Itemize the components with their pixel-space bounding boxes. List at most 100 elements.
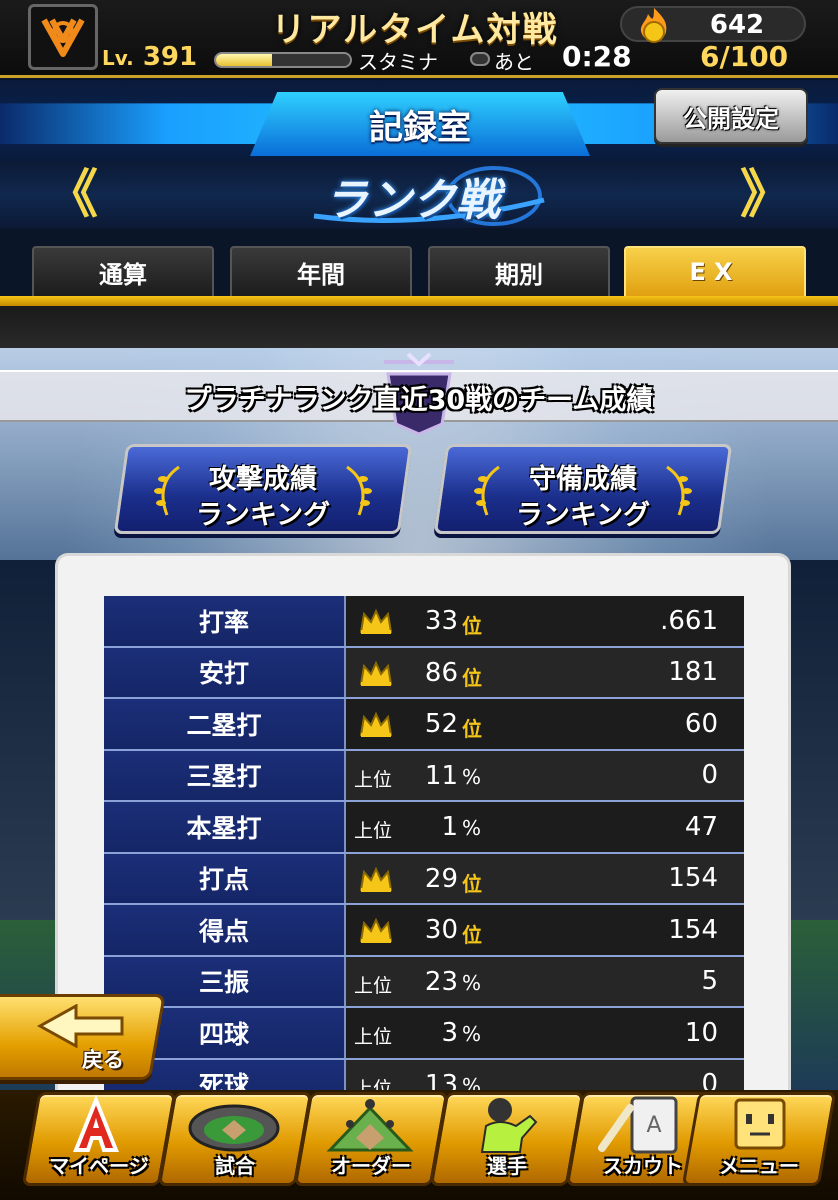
back-label: 戻る: [82, 1048, 124, 1072]
mypage-a-icon: [73, 1094, 119, 1152]
nav-mypage-label: マイページ: [49, 1154, 149, 1178]
stat-rank: 上位 23%: [346, 956, 496, 1006]
player-icon: [480, 1098, 538, 1153]
stat-rank: 86 位: [346, 647, 496, 697]
stats-table[interactable]: 打率 33 位 .661 安打 86 位 181 二塁打 52 位 60 三塁打 上位 11% 0 本塁打 上位 1…: [104, 596, 744, 1111]
coin-value: 642: [709, 10, 765, 40]
subtitle: プラチナランク直近30戦のチーム成績: [184, 385, 654, 416]
offense-ranking-button[interactable]: 攻撃成績 ランキング: [113, 444, 413, 534]
rank-number: 30: [424, 915, 458, 945]
crown-icon: [359, 866, 393, 892]
stat-value: 10: [496, 1008, 744, 1058]
stat-row: 四球 上位 3% 10: [104, 1008, 744, 1060]
stat-label: 安打: [104, 647, 346, 697]
stat-rank: 上位 1%: [346, 802, 496, 852]
stat-label: 本塁打: [104, 802, 346, 852]
stat-row: 三塁打 上位 11% 0: [104, 750, 744, 802]
crown-icon: [359, 660, 393, 686]
defense-ranking-subtitle: ランキング: [515, 500, 651, 531]
rank-unit: %: [462, 1022, 482, 1046]
rank-prefix: 上位: [354, 974, 393, 997]
rank-unit: 位: [462, 614, 482, 638]
tab-ex[interactable]: EX: [624, 246, 806, 296]
stat-rank: 上位 11%: [346, 750, 496, 800]
rank-number: 33: [424, 606, 458, 636]
stat-row: 本塁打 上位 1% 47: [104, 802, 744, 854]
lineup-field-icon: [326, 1099, 414, 1152]
public-setting-label: 公開設定: [683, 104, 779, 133]
nav-players-label: 選手: [487, 1154, 527, 1178]
team-logo[interactable]: [28, 4, 98, 70]
rank-number: 86: [424, 657, 458, 688]
stat-value: 154: [496, 853, 744, 903]
rank-number: 52: [424, 709, 458, 739]
rank-unit: 位: [462, 871, 482, 896]
stat-rank: 30 位: [346, 905, 496, 955]
stat-row: 三振 上位 23% 5: [104, 956, 744, 1008]
page-title: 記録室: [369, 108, 471, 148]
stat-row: 打点 29 位 154: [104, 853, 744, 905]
defense-ranking-title: 守備成績: [529, 464, 637, 495]
stat-rank: 33 位: [346, 596, 496, 646]
back-arrow-icon: [36, 1004, 124, 1048]
defense-ranking-button[interactable]: 守備成績 ランキング: [433, 444, 733, 534]
crown-icon: [359, 608, 393, 634]
rank-number: 11: [424, 760, 458, 791]
rank-number: 3: [441, 1018, 458, 1048]
svg-text:A: A: [646, 1113, 661, 1138]
stat-label: 三塁打: [104, 750, 346, 800]
public-setting-button[interactable]: 公開設定: [654, 88, 808, 144]
stat-row: 二塁打 52 位 60: [104, 699, 744, 751]
tab-label: EX: [689, 258, 741, 286]
coin-counter[interactable]: 642: [620, 6, 806, 43]
stat-value: 60: [496, 699, 744, 749]
stamina-label: スタミナ: [358, 50, 438, 74]
next-arrow-button[interactable]: 》: [740, 164, 792, 226]
rank-unit: 位: [462, 665, 482, 690]
tab-yearly[interactable]: 年間: [230, 246, 412, 296]
stat-label: 二塁打: [104, 699, 346, 749]
team-emblem-icon: [41, 18, 85, 57]
crown-icon: [359, 917, 393, 943]
stat-value: 154: [496, 905, 744, 955]
stat-rank: 52 位: [346, 699, 496, 749]
stat-row: 安打 86 位 181: [104, 647, 744, 699]
page-header: 記録室 公開設定: [0, 80, 838, 162]
stat-label: 得点: [104, 905, 346, 955]
nav-order-label: オーダー: [331, 1154, 411, 1178]
tab-label: 期別: [495, 260, 543, 289]
crown-icon: [359, 711, 393, 737]
rank-prefix: 上位: [354, 820, 393, 842]
stat-row: 得点 30 位 154: [104, 905, 744, 957]
stat-value: 0: [496, 750, 744, 800]
tab-underline: [0, 296, 838, 306]
tab-period[interactable]: 期別: [428, 246, 610, 296]
tab-label: 年間: [297, 260, 345, 289]
tab-total[interactable]: 通算: [32, 246, 214, 296]
menu-character-icon: [734, 1098, 786, 1150]
rank-number: 23: [424, 966, 458, 997]
offense-ranking-subtitle: ランキング: [195, 500, 331, 531]
coin-flame-icon: [640, 8, 667, 43]
rank-number: 29: [424, 863, 458, 894]
stat-label: 打率: [104, 596, 346, 646]
stat-row: 打率 33 位 .661: [104, 596, 744, 648]
prev-arrow-button[interactable]: 《: [46, 164, 98, 226]
stamina-remaining-label: あと: [494, 50, 534, 74]
rank-logo-title: ランク戦: [324, 175, 500, 226]
level-display: Lv. 391: [102, 42, 197, 72]
nav-game-label: 試合: [215, 1154, 255, 1178]
level-value: 391: [142, 42, 198, 72]
stat-value: 181: [496, 647, 744, 697]
stat-rank: 上位 3%: [346, 1008, 496, 1058]
rank-number: 1: [441, 812, 458, 842]
rank-unit: %: [462, 764, 482, 789]
stat-rank: 29 位: [346, 853, 496, 903]
stat-value: 5: [496, 956, 744, 1006]
stamina-bar: [470, 52, 490, 66]
level-prefix: Lv.: [102, 46, 134, 70]
nav-menu-label: メニュー: [719, 1154, 799, 1178]
exp-bar: [214, 52, 352, 68]
rank-unit: %: [462, 816, 482, 840]
stat-value: 47: [496, 802, 744, 852]
